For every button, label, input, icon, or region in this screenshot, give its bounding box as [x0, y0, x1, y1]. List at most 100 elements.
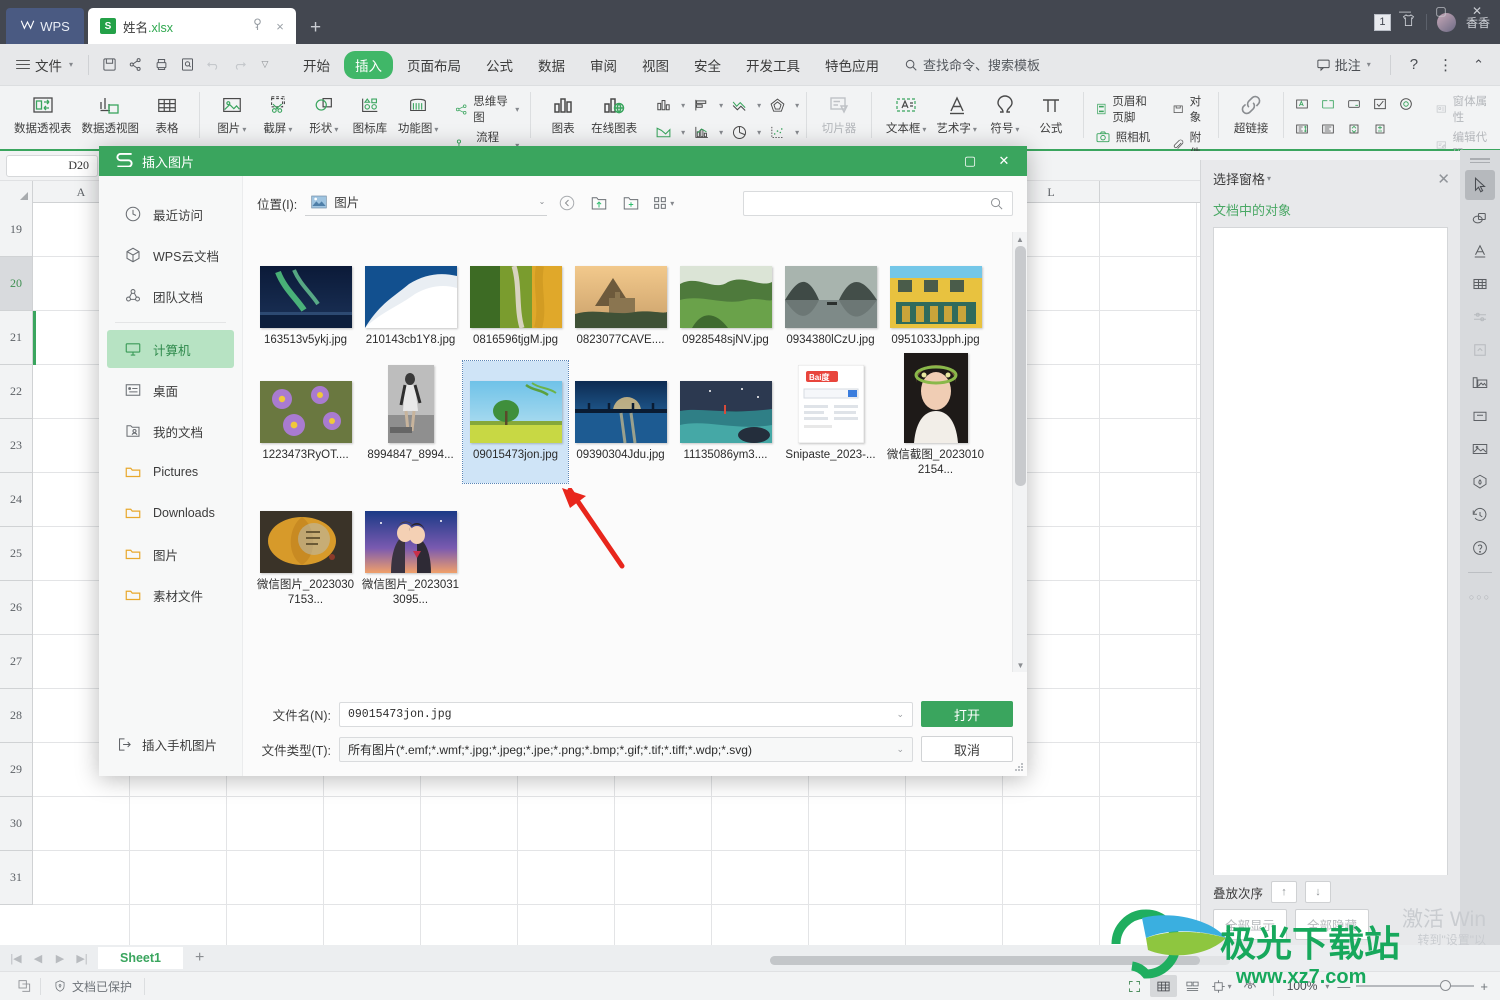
file-item[interactable]: 0823077CAVE....	[568, 246, 673, 353]
line-chart-icon[interactable]	[726, 93, 752, 117]
pivot-table-button[interactable]: 数据透视表	[9, 89, 77, 138]
file-item[interactable]: 微信图片_20230307153...	[253, 491, 358, 613]
pie-chart-icon[interactable]	[726, 120, 752, 144]
sidebar-item-computer[interactable]: 计算机	[107, 330, 234, 368]
add-sheet-button[interactable]: +	[183, 949, 216, 967]
sidebar-item-pictures[interactable]: Pictures	[107, 453, 234, 491]
grid-cell[interactable]	[1100, 419, 1197, 472]
wordart-button[interactable]: 艺术字 ▾	[931, 89, 982, 138]
grid-row[interactable]	[33, 797, 1200, 851]
sheet-tab-sheet1[interactable]: Sheet1	[98, 947, 183, 969]
tab-开发工具[interactable]: 开发工具	[735, 51, 811, 79]
grid-cell[interactable]	[1100, 635, 1197, 688]
scrollbar-track[interactable]	[770, 956, 1230, 965]
tab-公式[interactable]: 公式	[475, 51, 524, 79]
row-header-19[interactable]: 19	[0, 203, 32, 257]
row-header-29[interactable]: 29	[0, 743, 32, 797]
grid-cell[interactable]	[1100, 311, 1197, 364]
grid-cell[interactable]	[1100, 689, 1197, 742]
row-header-31[interactable]: 31	[0, 851, 32, 905]
textbox-button[interactable]: 文本框 ▾	[881, 89, 932, 138]
file-item[interactable]: 210143cb1Y8.jpg	[358, 246, 463, 353]
scrollbar-control-icon[interactable]	[1290, 118, 1314, 140]
tab-审阅[interactable]: 审阅	[579, 51, 628, 79]
picture-frame-icon[interactable]	[1465, 368, 1495, 398]
select-all-corner[interactable]	[0, 181, 33, 203]
rail-grip[interactable]	[1470, 156, 1490, 163]
objects-list[interactable]	[1213, 227, 1448, 927]
sidebar-item-downloads[interactable]: Downloads	[107, 494, 234, 532]
minimize-button[interactable]: —	[1388, 0, 1422, 22]
grid-cell[interactable]	[518, 797, 615, 850]
row-header-22[interactable]: 22	[0, 365, 32, 419]
page-break-icon[interactable]	[1179, 975, 1206, 997]
customize-quick-access-icon[interactable]: ▽	[252, 52, 278, 78]
sidebar-item-team-docs[interactable]: 团队文档	[107, 277, 234, 315]
up-folder-icon[interactable]	[587, 191, 611, 215]
prev-sheet-button[interactable]: ◀	[28, 948, 48, 968]
table-icon[interactable]	[1465, 269, 1495, 299]
grid-cell[interactable]	[518, 851, 615, 904]
hyperlink-button[interactable]: 超链接	[1228, 89, 1274, 138]
wordart-icon[interactable]	[1465, 236, 1495, 266]
tab-插入[interactable]: 插入	[344, 50, 394, 79]
shape-icon[interactable]	[1465, 203, 1495, 233]
grid-cell[interactable]	[324, 797, 421, 850]
redo-icon[interactable]	[226, 52, 252, 78]
header-footer-button[interactable]: 页眉和页脚	[1092, 92, 1162, 126]
collapse-ribbon-button[interactable]: ⌃	[1465, 54, 1492, 76]
document-protected-status[interactable]: 文档已保护	[40, 977, 146, 995]
grid-cell[interactable]	[227, 797, 324, 850]
chart-button[interactable]: 图表	[540, 89, 586, 138]
sidebar-item-materials[interactable]: 素材文件	[107, 576, 234, 614]
filename-combobox[interactable]: 09015473jon.jpg ⌄	[339, 701, 913, 727]
listbox-control-icon[interactable]	[1316, 118, 1340, 140]
file-item[interactable]: 0934380lCzU.jpg	[778, 246, 883, 353]
row-header-24[interactable]: 24	[0, 473, 32, 527]
page-layout-view-icon[interactable]: ▾	[1208, 975, 1235, 997]
file-item[interactable]: 163513v5ykj.jpg	[253, 246, 358, 353]
file-menu-button[interactable]: 文件 ▾	[8, 55, 81, 75]
file-item[interactable]: 09390304Jdu.jpg	[568, 361, 673, 483]
dialog-close-button[interactable]: ✕	[987, 146, 1021, 176]
sidebar-item-wps-cloud[interactable]: WPS云文档	[107, 236, 234, 274]
file-item[interactable]: 微信图片_20230313095...	[358, 491, 463, 613]
eye-icon[interactable]	[1237, 975, 1264, 997]
cursor-select-icon[interactable]	[1465, 170, 1495, 200]
cancel-button[interactable]: 取消	[921, 736, 1013, 762]
new-folder-icon[interactable]	[619, 191, 643, 215]
zoom-slider[interactable]: — +	[1331, 979, 1488, 994]
file-item[interactable]: Bai度 Snipaste_2023-...	[778, 361, 883, 483]
zoom-level[interactable]: 100%	[1283, 979, 1322, 993]
table-button[interactable]: 表格	[144, 89, 190, 138]
grid-cell[interactable]	[712, 851, 809, 904]
file-grid[interactable]: 163513v5ykj.jpg 210143cb1Y8.jpg 0816596t…	[243, 232, 1011, 672]
row-header-20[interactable]: 20	[0, 257, 32, 311]
grid-cell[interactable]	[130, 851, 227, 904]
zoom-track[interactable]	[1356, 980, 1475, 992]
search-input[interactable]	[743, 190, 1013, 216]
column-chart-icon[interactable]	[650, 93, 676, 117]
fullscreen-icon[interactable]	[1121, 975, 1148, 997]
view-mode-icon[interactable]: ▾	[651, 191, 675, 215]
row-header-30[interactable]: 30	[0, 797, 32, 851]
row-header-28[interactable]: 28	[0, 689, 32, 743]
checkbox-control-icon[interactable]	[1368, 93, 1392, 115]
file-item[interactable]: 0816596tjgM.jpg	[463, 246, 568, 353]
hide-all-button[interactable]: 全部隐藏	[1295, 909, 1370, 940]
help-button[interactable]: ?	[1402, 53, 1426, 76]
move-down-button[interactable]: ↓	[1305, 881, 1332, 903]
grid-cell[interactable]	[615, 797, 712, 850]
grid-cell[interactable]	[1100, 527, 1197, 580]
next-sheet-button[interactable]: ▶	[50, 948, 70, 968]
scrollbar-thumb[interactable]	[1015, 246, 1026, 486]
grid-cell[interactable]	[712, 797, 809, 850]
location-dropdown[interactable]: 图片 ⌄	[305, 190, 548, 216]
comment-button[interactable]: 批注 ▾	[1308, 52, 1379, 77]
close-window-button[interactable]: ✕	[1460, 0, 1494, 22]
image-icon[interactable]	[1465, 434, 1495, 464]
icon-library-button[interactable]: 图标库	[347, 89, 393, 138]
chevron-down-icon[interactable]: ⌄	[539, 197, 546, 206]
radar-chart-icon[interactable]	[764, 93, 790, 117]
groupbox-control-icon[interactable]	[1316, 93, 1340, 115]
